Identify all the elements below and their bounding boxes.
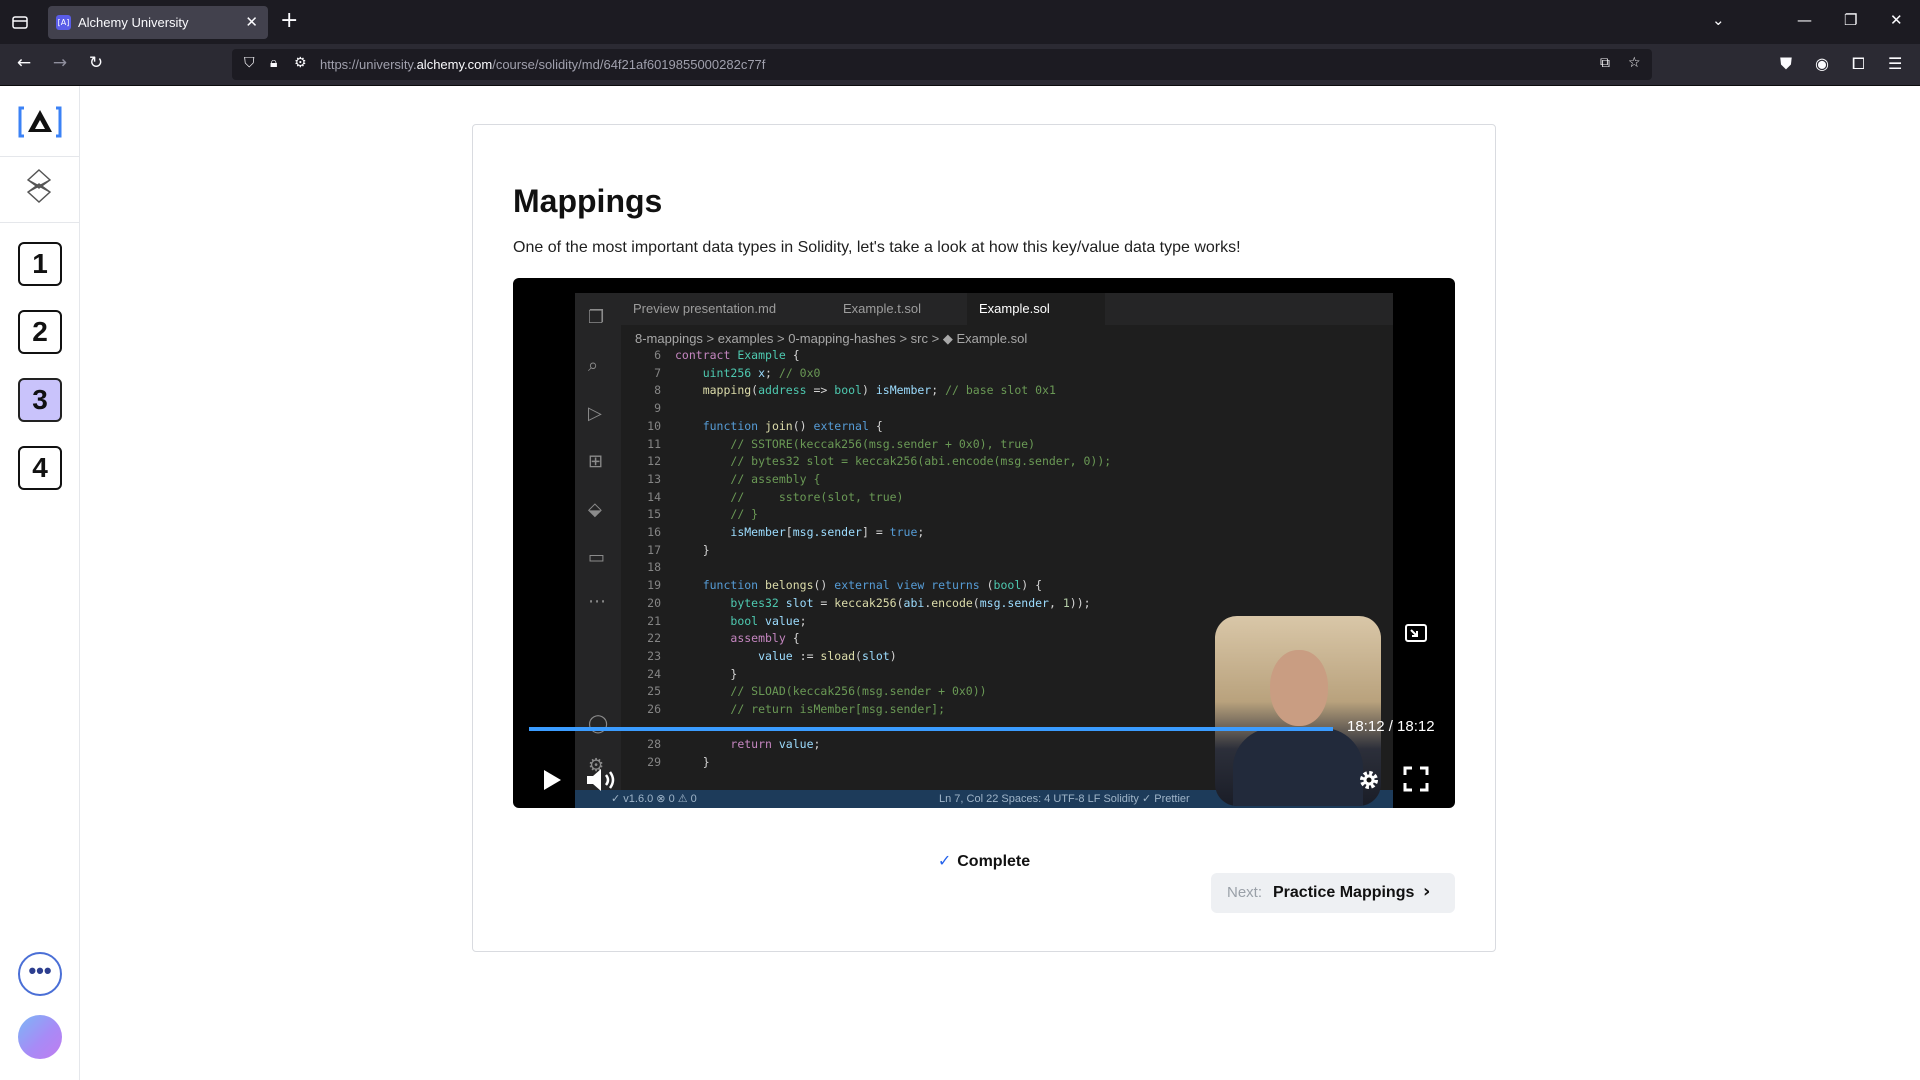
sidebar-divider (0, 156, 79, 157)
picture-in-picture-icon[interactable]: ⧉ (1600, 55, 1610, 71)
chevron-right-icon: › (1423, 881, 1431, 902)
menu-icon[interactable]: ☰ (1888, 54, 1902, 73)
lock-icon[interactable]: 🔒︎ (270, 55, 277, 71)
search-icon: ⌕ (588, 355, 599, 376)
lesson-description: One of the most important data types in … (513, 239, 1241, 256)
reload-button[interactable]: ↻ (84, 53, 108, 73)
restore-window-button[interactable]: ❐ (1844, 11, 1857, 29)
account-icon[interactable]: ◉ (1815, 54, 1829, 73)
editor-tabs: Preview presentation.md Example.t.sol Ex… (621, 293, 1393, 325)
pocket-icon[interactable]: ⛊ (1780, 54, 1792, 74)
remote-explorer-icon: ▭ (588, 547, 606, 568)
permissions-icon[interactable]: ⚙︎ (294, 55, 307, 71)
run-debug-icon: ▷ (588, 403, 602, 424)
sidebar-divider (0, 222, 79, 223)
video-progress-fill (529, 727, 1333, 731)
editor-tab: Preview presentation.md (633, 301, 777, 316)
picture-in-picture-icon (1405, 624, 1427, 642)
volume-icon[interactable] (585, 766, 619, 794)
user-avatar[interactable] (18, 1015, 62, 1059)
browser-tab-bar: [A] Alchemy University ✕ + ⌄ — ❐ ✕ (0, 0, 1920, 44)
tab-overflow-chevron-icon[interactable]: ⌄ (1712, 11, 1725, 29)
tab-list-icon[interactable] (10, 12, 30, 32)
address-bar[interactable]: ⛉ 🔒︎ ⚙︎ https://university.alchemy.com/c… (232, 49, 1652, 80)
checkmark-icon: ✓ (937, 851, 952, 870)
editor-tab-active: Example.sol (967, 293, 1105, 325)
extensions-icon: ⊞ (588, 451, 604, 472)
picture-in-picture-toggle[interactable] (1397, 614, 1435, 652)
next-lesson-button[interactable]: Next: Practice Mappings › (1211, 873, 1455, 913)
fullscreen-icon[interactable] (1403, 766, 1429, 792)
sidebar-step-2[interactable]: 2 (18, 310, 62, 354)
sidebar-step-3[interactable]: 3 (18, 378, 62, 422)
next-prefix: Next: (1227, 884, 1263, 901)
page-title: Mappings (513, 183, 663, 219)
explorer-icon: ❐ (588, 307, 605, 328)
sidebar-step-1[interactable]: 1 (18, 242, 62, 286)
more-views-icon: ⋯ (588, 591, 606, 612)
status-left: ✓ v1.6.0 ⊗ 0 ⚠ 0 (611, 793, 697, 805)
settings-gear-icon[interactable] (1357, 768, 1381, 792)
complete-status[interactable]: ✓ Complete (473, 851, 1495, 871)
lesson-card: Mappings One of the most important data … (472, 124, 1496, 952)
editor-activity-bar: ❐ ⌕ ▷ ⊞ ⬙ ▭ ⋯ ◯ ⚙ (575, 293, 621, 790)
alchemy-favicon-icon: [A] (56, 15, 71, 30)
terraform-icon: ⬙ (588, 499, 602, 520)
more-options-button[interactable]: ••• (18, 952, 62, 996)
video-player[interactable]: ❐ ⌕ ▷ ⊞ ⬙ ▭ ⋯ ◯ ⚙ Preview presentation.m… (513, 278, 1455, 808)
status-right: Ln 7, Col 22 Spaces: 4 UTF-8 LF Solidity… (939, 793, 1190, 805)
editor-tab: Example.t.sol (843, 301, 922, 316)
alchemy-logo[interactable] (18, 102, 62, 142)
editor-breadcrumbs: 8-mappings > examples > 0-mapping-hashes… (635, 331, 1028, 346)
minimize-window-button[interactable]: — (1797, 11, 1812, 29)
tab-title: Alchemy University (78, 15, 189, 30)
close-tab-icon[interactable]: ✕ (245, 13, 258, 31)
browser-tab[interactable]: [A] Alchemy University ✕ (48, 6, 268, 39)
bookmark-star-icon[interactable]: ☆ (1628, 55, 1641, 71)
extensions-icon[interactable]: ⧠ (1852, 54, 1865, 74)
new-tab-button[interactable]: + (280, 9, 298, 33)
video-progress-bar[interactable] (529, 727, 1333, 731)
next-lesson-label: Practice Mappings (1273, 884, 1415, 901)
video-time: 18:12 / 18:12 (1347, 718, 1435, 735)
url-text[interactable]: https://university.alchemy.com/course/so… (320, 57, 765, 72)
back-button[interactable]: ← (12, 53, 36, 73)
close-window-button[interactable]: ✕ (1890, 11, 1903, 29)
ethereum-course-icon[interactable] (24, 168, 54, 204)
course-sidebar: 1 2 3 4 ••• (0, 86, 80, 1080)
play-icon[interactable] (541, 768, 563, 792)
browser-nav-bar: ← → ↻ ⛉ 🔒︎ ⚙︎ https://university.alchemy… (0, 44, 1920, 86)
complete-label: Complete (957, 853, 1031, 870)
sidebar-step-4[interactable]: 4 (18, 446, 62, 490)
shield-icon[interactable]: ⛉ (244, 55, 255, 71)
forward-button[interactable]: → (48, 53, 72, 73)
